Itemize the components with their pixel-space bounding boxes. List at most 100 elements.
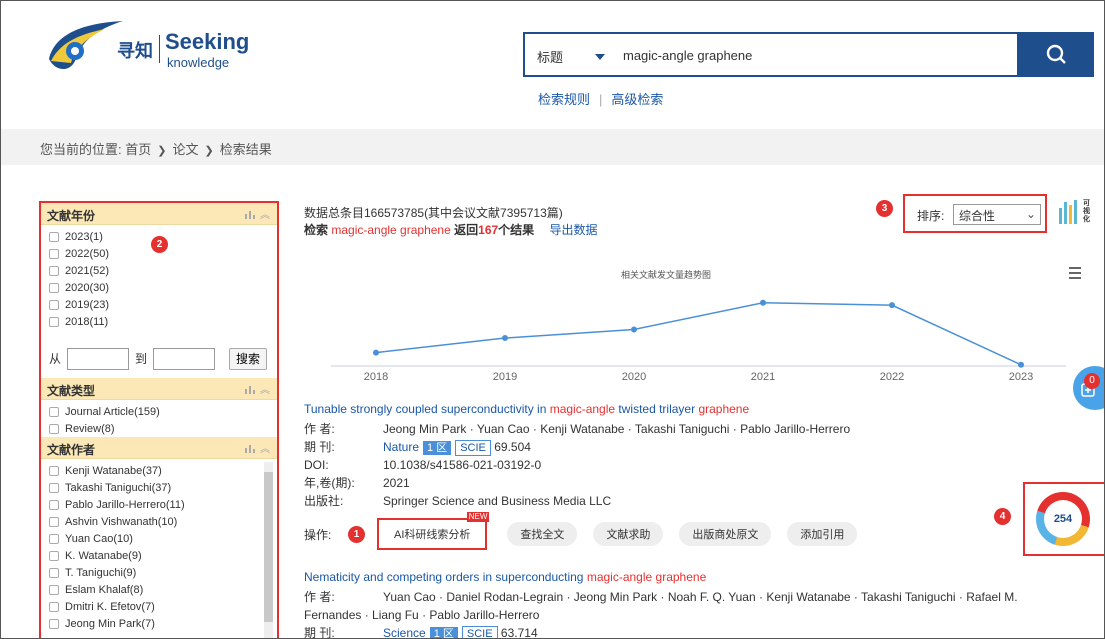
floating-cart-button[interactable]: 0	[1073, 366, 1104, 410]
breadcrumb-prefix: 您当前的位置:	[40, 142, 122, 157]
author-scrollbar[interactable]	[264, 462, 273, 638]
data-point[interactable]	[373, 349, 379, 356]
year-from-input[interactable]	[67, 347, 130, 370]
year-option[interactable]: 2020(30)	[41, 279, 277, 296]
author-option[interactable]: Eslam Khalaf(8)	[41, 581, 277, 598]
filter-year-header[interactable]: 文献年份 ︽	[41, 203, 277, 225]
authors-value: Yuan Cao · Daniel Rodan-Legrain · Jeong …	[383, 590, 1018, 604]
checkbox[interactable]	[49, 516, 59, 527]
year-option-label: 2022(50)	[65, 247, 110, 260]
type-option[interactable]: Review(8)	[41, 420, 277, 437]
year-option[interactable]: 2019(23)	[41, 296, 277, 313]
checkbox[interactable]	[49, 584, 59, 595]
chart-menu-icon[interactable]	[1069, 267, 1081, 279]
advanced-search-link[interactable]: 高级检索	[611, 92, 663, 107]
scrollbar-thumb[interactable]	[264, 472, 273, 622]
sort-select[interactable]: 综合性 ⌄	[953, 204, 1041, 225]
data-point[interactable]	[760, 299, 766, 306]
checkbox[interactable]	[49, 406, 59, 417]
breadcrumb-home[interactable]: 首页	[125, 142, 151, 157]
bar-chart-icon[interactable]	[245, 209, 255, 219]
checkbox[interactable]	[49, 567, 59, 578]
request-document-button[interactable]: 文献求助	[593, 522, 664, 546]
search-input[interactable]	[623, 43, 1003, 67]
checkbox[interactable]	[49, 618, 59, 629]
search-type-select[interactable]: 标题	[537, 47, 563, 66]
checkbox[interactable]	[49, 550, 59, 561]
author-option-label: Takashi Taniguchi(37)	[65, 481, 172, 494]
type-list: Journal Article(159) Review(8)	[41, 400, 277, 437]
breadcrumb-papers[interactable]: 论文	[172, 142, 198, 157]
publisher-original-button[interactable]: 出版商处原文	[679, 522, 772, 546]
author-option-label: Jeong Min Park(7)	[65, 617, 155, 630]
checkbox[interactable]	[49, 533, 59, 544]
data-point[interactable]	[631, 326, 637, 333]
filter-author-header[interactable]: 文献作者 ︽	[41, 437, 277, 459]
author-option[interactable]: Kenji Watanabe(37)	[41, 462, 277, 479]
result-title[interactable]: Nematicity and competing orders in super…	[304, 570, 1094, 584]
breadcrumb: 您当前的位置: 首页 ❯ 论文 ❯ 检索结果	[1, 129, 1104, 165]
search-rules-link[interactable]: 检索规则	[538, 92, 590, 107]
checkbox[interactable]	[49, 282, 59, 293]
add-citation-button[interactable]: 添加引用	[787, 522, 858, 546]
total-count-text: 数据总条目166573785(其中会议文献7395713篇)	[304, 206, 563, 220]
collapse-icon[interactable]: ︽	[260, 206, 270, 221]
journal-label: 期 刊:	[304, 440, 335, 454]
collapse-icon[interactable]: ︽	[260, 440, 270, 455]
bar-chart-icon[interactable]	[245, 384, 255, 394]
publisher-value: Springer Science and Business Media LLC	[383, 494, 612, 508]
fab-count-badge: 0	[1084, 373, 1100, 389]
search-button[interactable]	[1017, 32, 1094, 77]
checkbox[interactable]	[49, 482, 59, 493]
checkbox[interactable]	[49, 299, 59, 310]
data-point[interactable]	[889, 302, 895, 309]
logo-cn-text: 寻知	[117, 41, 153, 61]
site-logo[interactable]: 寻知 Seeking knowledge	[45, 15, 255, 81]
find-fulltext-button[interactable]: 查找全文	[507, 522, 578, 546]
result-title[interactable]: Tunable strongly coupled superconductivi…	[304, 402, 1074, 416]
type-option[interactable]: Journal Article(159)	[41, 403, 277, 420]
author-option-label: Eslam Khalaf(8)	[65, 583, 144, 596]
ai-analysis-button[interactable]: AI科研线索分析	[381, 522, 484, 546]
checkbox[interactable]	[49, 265, 59, 276]
checkbox[interactable]	[49, 601, 59, 612]
journal-label: 期 刊:	[304, 626, 335, 639]
result-count: 167	[478, 223, 499, 237]
checkbox[interactable]	[49, 499, 59, 510]
author-option[interactable]: Takashi Taniguchi(37)	[41, 479, 277, 496]
checkbox[interactable]	[49, 316, 59, 327]
author-option[interactable]: Ashvin Vishwanath(10)	[41, 513, 277, 530]
year-option[interactable]: 2021(52)	[41, 262, 277, 279]
altmetric-donut[interactable]: 254	[1036, 492, 1090, 546]
author-option[interactable]: K. Watanabe(9)	[41, 547, 277, 564]
author-list: Kenji Watanabe(37) Takashi Taniguchi(37)…	[41, 459, 277, 638]
data-point[interactable]	[1018, 361, 1024, 368]
checkbox[interactable]	[49, 231, 59, 242]
visualization-button[interactable]: 可视化	[1057, 198, 1093, 229]
author-option[interactable]: Dmitri K. Efetov(7)	[41, 598, 277, 615]
year-range-search-button[interactable]: 搜索	[229, 347, 268, 370]
result-item-2: Nematicity and competing orders in super…	[304, 570, 1094, 639]
chevron-down-icon[interactable]	[595, 54, 605, 60]
year-to-input[interactable]	[153, 347, 216, 370]
journal-link[interactable]: Nature	[383, 440, 419, 454]
search-word: 检索	[304, 223, 329, 237]
x-tick-label: 2023	[1009, 371, 1033, 383]
data-point[interactable]	[502, 335, 508, 342]
checkbox[interactable]	[49, 423, 59, 434]
search-box: 标题	[523, 32, 1094, 77]
collapse-icon[interactable]: ︽	[260, 381, 270, 396]
trend-chart-svg: 相关文献发文量趋势图 2018 2019 2020 2021 2022 2023	[331, 267, 1081, 383]
author-option[interactable]: Pablo Jarillo-Herrero(11)	[41, 496, 277, 513]
checkbox[interactable]	[49, 465, 59, 476]
author-option[interactable]: T. Taniguchi(9)	[41, 564, 277, 581]
author-option[interactable]: Jeong Min Park(7)	[41, 615, 277, 632]
checkbox[interactable]	[49, 248, 59, 259]
bar-chart-icon[interactable]	[245, 443, 255, 453]
filter-type-header[interactable]: 文献类型 ︽	[41, 378, 277, 400]
export-data-link[interactable]: 导出数据	[550, 223, 598, 237]
year-option[interactable]: 2018(11)	[41, 313, 277, 330]
author-option[interactable]: Yuan Cao(10)	[41, 530, 277, 547]
journal-link[interactable]: Science	[383, 626, 426, 638]
chevron-down-icon: ⌄	[1025, 207, 1036, 221]
